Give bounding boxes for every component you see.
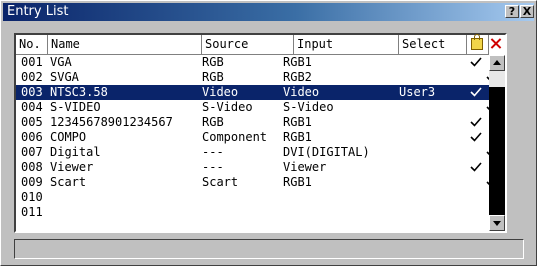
cell-select bbox=[399, 55, 465, 70]
cell-name: NTSC3.58 bbox=[50, 85, 108, 99]
cell-name: S-VIDEO bbox=[50, 100, 101, 114]
status-bar bbox=[14, 239, 524, 259]
column-header-source[interactable]: Source bbox=[202, 35, 294, 54]
cell-name bbox=[50, 190, 200, 205]
cell-select bbox=[399, 205, 465, 220]
cell-source: S-Video bbox=[202, 100, 253, 114]
arrow-up-icon bbox=[493, 60, 501, 65]
cell-select bbox=[399, 100, 465, 115]
cell-name: Digital bbox=[50, 145, 101, 159]
scroll-up-button[interactable] bbox=[489, 55, 505, 71]
scroll-down-button[interactable] bbox=[489, 215, 505, 231]
cell-source: --- bbox=[202, 145, 224, 159]
cell-select bbox=[399, 70, 465, 85]
cell-source: Video bbox=[202, 85, 239, 99]
cell-name: COMPO bbox=[50, 130, 87, 144]
help-button[interactable]: ? bbox=[505, 5, 519, 18]
title-bar: Entry List ? X bbox=[3, 3, 534, 21]
cell-name: SVGA bbox=[50, 70, 79, 84]
cell-select bbox=[399, 145, 465, 160]
cell-name bbox=[50, 205, 200, 220]
list-item[interactable]: 001 VGA RGB RGB1 bbox=[16, 55, 489, 70]
cell-input: Video bbox=[283, 85, 320, 99]
cell-source bbox=[202, 190, 294, 205]
cell-source: Component bbox=[202, 130, 268, 144]
cell-source: RGB bbox=[202, 55, 224, 69]
lock-check-icon bbox=[470, 161, 482, 173]
cell-input: RGB1 bbox=[283, 115, 312, 129]
cell-select bbox=[399, 160, 465, 175]
cell-input: RGB1 bbox=[283, 175, 312, 189]
cell-input: RGB2 bbox=[283, 70, 312, 84]
column-header-select[interactable]: Select bbox=[399, 35, 467, 54]
cell-select: User3 bbox=[399, 85, 436, 99]
cell-name: VGA bbox=[50, 55, 72, 69]
cell-name: 12345678901234567 bbox=[50, 115, 173, 129]
cell-name: Viewer bbox=[50, 160, 94, 174]
cell-input: S-Video bbox=[283, 100, 334, 114]
list-item[interactable]: 008 Viewer --- Viewer bbox=[16, 160, 489, 175]
cell-input bbox=[283, 190, 398, 205]
cell-source: Scart bbox=[202, 175, 239, 189]
cell-input bbox=[283, 205, 398, 220]
cell-input: RGB1 bbox=[283, 130, 312, 144]
list-item[interactable]: 003 NTSC3.58 Video Video User3 bbox=[16, 85, 489, 100]
lock-check-icon bbox=[470, 131, 482, 143]
window-title: Entry List bbox=[7, 4, 69, 19]
delete-icon bbox=[490, 38, 502, 50]
column-header-input[interactable]: Input bbox=[294, 35, 399, 54]
cell-source bbox=[202, 205, 294, 220]
list-item[interactable]: 002 SVGA RGB RGB2 bbox=[16, 70, 498, 85]
list-item[interactable]: 005 12345678901234567 RGB RGB1 bbox=[16, 115, 489, 130]
entry-list-window: Entry List ? X No. Name Source Input Sel… bbox=[0, 0, 537, 266]
list-item[interactable]: 011 bbox=[16, 205, 489, 220]
column-header-name[interactable]: Name bbox=[48, 35, 202, 54]
lock-icon bbox=[471, 34, 483, 50]
cell-input: RGB1 bbox=[283, 55, 312, 69]
cell-select bbox=[399, 190, 465, 205]
list-item[interactable]: 007 Digital --- DVI(DIGITAL) bbox=[16, 145, 498, 160]
cell-input: DVI(DIGITAL) bbox=[283, 145, 370, 159]
cell-source: --- bbox=[202, 160, 224, 174]
list-item[interactable]: 006 COMPO Component RGB1 bbox=[16, 130, 489, 145]
list-item[interactable]: 009 Scart Scart RGB1 bbox=[16, 175, 498, 190]
vertical-scrollbar[interactable] bbox=[489, 55, 505, 231]
cell-name: Scart bbox=[50, 175, 87, 189]
cell-select bbox=[399, 115, 465, 130]
close-button[interactable]: X bbox=[520, 5, 534, 18]
cell-select bbox=[399, 130, 465, 145]
lock-check-icon bbox=[470, 56, 482, 68]
lock-check-icon bbox=[470, 116, 482, 128]
cell-select bbox=[399, 175, 465, 190]
column-header-no[interactable]: No. bbox=[16, 35, 48, 54]
list-header: No. Name Source Input Select bbox=[16, 34, 489, 55]
cell-input: Viewer bbox=[283, 160, 327, 174]
list-item[interactable]: 010 bbox=[16, 190, 489, 205]
entry-list: No. Name Source Input Select 001 VGA RGB RG… bbox=[14, 33, 507, 233]
cell-source: RGB bbox=[202, 70, 224, 84]
arrow-down-icon bbox=[493, 221, 501, 226]
scroll-thumb[interactable] bbox=[489, 87, 505, 215]
list-rows: 001 VGA RGB RGB1 002 SVGA RGB RGB2 003 NTSC3.58 Vi… bbox=[16, 55, 498, 220]
cell-source: RGB bbox=[202, 115, 224, 129]
list-item[interactable]: 004 S-VIDEO S-Video S-Video bbox=[16, 100, 498, 115]
lock-check-icon bbox=[470, 86, 482, 98]
